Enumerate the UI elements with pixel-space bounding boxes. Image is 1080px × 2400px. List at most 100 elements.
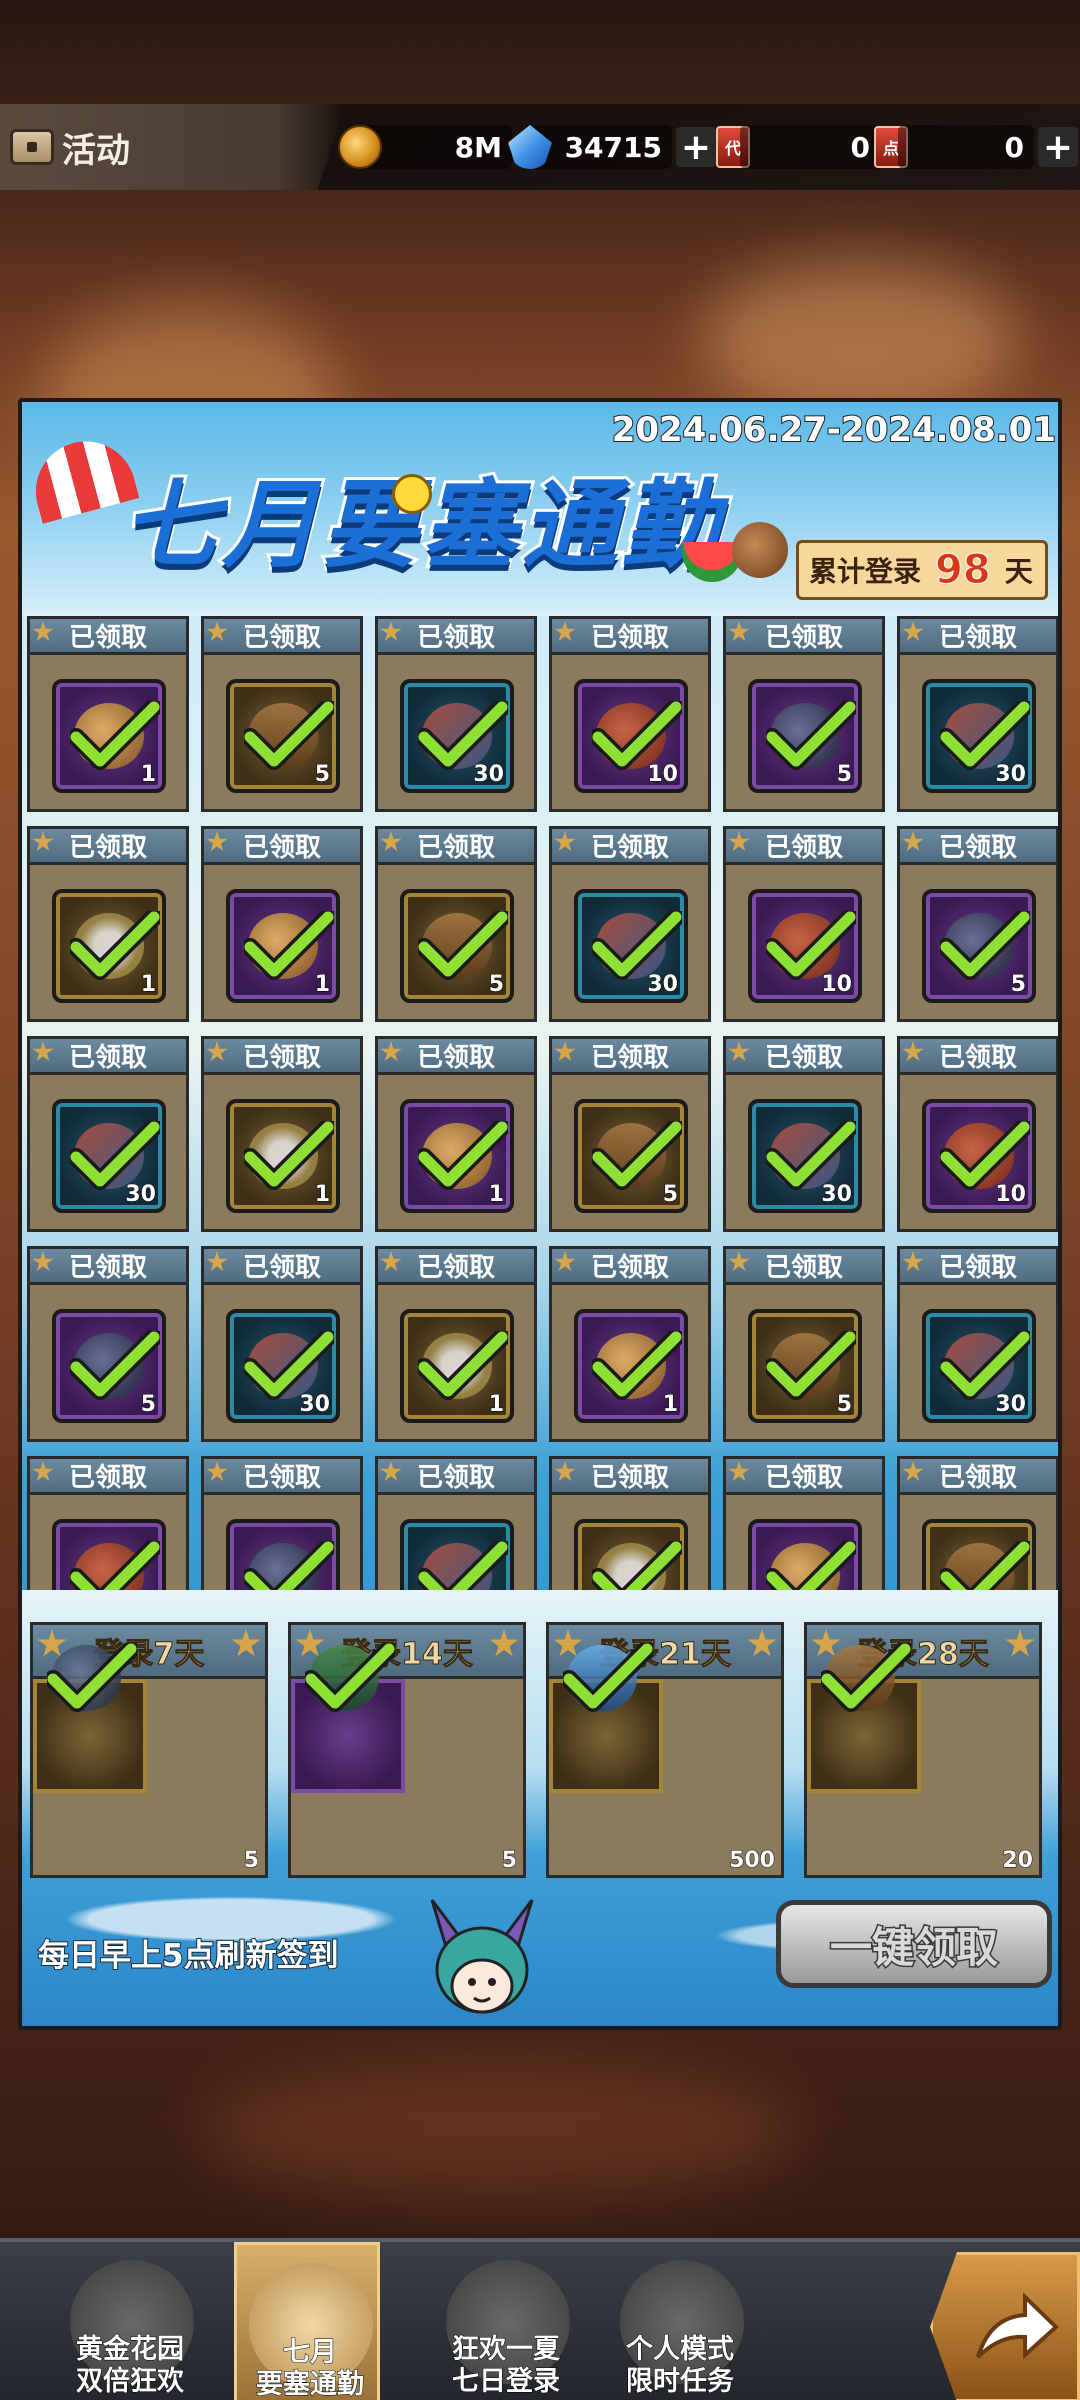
daily-reward-cell[interactable]: 已领取 10 — [549, 616, 711, 812]
daily-reward-cell[interactable]: 已领取 30 — [897, 1246, 1058, 1442]
nav-tab[interactable]: 黄金花园 双倍狂欢 — [40, 2242, 220, 2400]
reward-item: 10 — [922, 1099, 1036, 1213]
reward-item: 1 — [574, 1309, 688, 1423]
reward-quantity: 20 — [1002, 1848, 1034, 1874]
chest-icon — [10, 129, 54, 165]
claimed-status: 已领取 — [900, 1039, 1056, 1075]
reward-quantity: 30 — [821, 1182, 853, 1208]
reward-item: 5 — [33, 1643, 260, 1874]
next-arrow-button[interactable] — [930, 2252, 1080, 2400]
daily-reward-cell[interactable]: 已领取 5 — [723, 616, 885, 812]
nav-tab[interactable]: 狂欢一夏 七日登录 — [416, 2242, 596, 2400]
claimed-status: 已领取 — [726, 1249, 882, 1285]
reward-item: 1 — [226, 889, 340, 1003]
nav-tab-label: 七月 — [283, 2337, 338, 2369]
daily-reward-cell[interactable]: 已领取 1 — [201, 826, 363, 1022]
daily-reward-cell[interactable]: 已领取 — [723, 1456, 885, 1590]
reward-item: 1 — [226, 1099, 340, 1213]
daily-reward-cell[interactable]: 已领取 1 — [549, 1246, 711, 1442]
claimed-status: 已领取 — [30, 829, 186, 865]
red-ticket-resource: 代 0 — [716, 123, 880, 171]
reward-quantity: 5 — [488, 972, 504, 998]
checkmark-icon — [940, 1121, 1030, 1190]
daily-reward-cell[interactable]: 已领取 10 — [723, 826, 885, 1022]
daily-reward-cell[interactable]: 已领取 10 — [897, 1036, 1058, 1232]
reward-item: 30 — [400, 679, 514, 793]
claim-all-button[interactable]: 一键领取 — [776, 1900, 1052, 1988]
nav-tab[interactable]: 个人模式 限时任务 — [590, 2242, 770, 2400]
daily-reward-cell[interactable]: 已领取 — [549, 1456, 711, 1590]
checkmark-icon — [563, 1643, 653, 1712]
milestone-card[interactable]: 登录21天 500 — [546, 1622, 784, 1878]
reward-item: 500 — [549, 1643, 775, 1874]
checkmark-icon — [592, 1331, 682, 1400]
daily-reward-cell[interactable]: 已领取 5 — [27, 1246, 189, 1442]
reward-quantity: 5 — [314, 762, 330, 788]
activity-tab[interactable]: 活动 — [0, 104, 345, 190]
daily-reward-cell[interactable]: 已领取 5 — [201, 616, 363, 812]
arrow-right-icon — [976, 2292, 1059, 2360]
daily-reward-cell[interactable]: 已领取 1 — [201, 1036, 363, 1232]
reward-item: 1 — [52, 889, 166, 1003]
milestone-card[interactable]: 登录28天 20 — [804, 1622, 1042, 1878]
claimed-status: 已领取 — [900, 1249, 1056, 1285]
daily-reward-cell[interactable]: 已领取 5 — [723, 1246, 885, 1442]
cumulative-unit: 天 — [1004, 555, 1033, 588]
checkmark-icon — [418, 1541, 508, 1590]
reward-item: 5 — [291, 1643, 518, 1874]
reward-quantity: 10 — [647, 762, 679, 788]
gold-amount: 8M — [362, 125, 512, 169]
daily-reward-cell[interactable]: 已领取 5 — [375, 826, 537, 1022]
nav-tab[interactable]: 七月 要塞通勤 — [234, 2242, 380, 2400]
daily-reward-cell[interactable]: 已领取 1 — [375, 1036, 537, 1232]
daily-reward-cell[interactable]: 已领取 30 — [375, 616, 537, 812]
reward-item: 30 — [226, 1309, 340, 1423]
claimed-status: 已领取 — [552, 1039, 708, 1075]
reward-item — [52, 1519, 166, 1590]
daily-reward-cell[interactable]: 已领取 1 — [375, 1246, 537, 1442]
checkmark-icon — [244, 911, 334, 980]
gem-resource: 34715 + — [508, 123, 716, 171]
checkmark-icon — [940, 1541, 1030, 1590]
daily-reward-cell[interactable]: 已领取 30 — [27, 1036, 189, 1232]
reward-quantity: 1 — [140, 762, 156, 788]
daily-reward-cell[interactable]: 已领取 5 — [897, 826, 1058, 1022]
nav-tab-label: 黄金花园 — [76, 2334, 185, 2366]
reward-item: 30 — [922, 1309, 1036, 1423]
daily-reward-cell[interactable]: 已领取 5 — [549, 1036, 711, 1232]
claimed-status: 已领取 — [900, 829, 1056, 865]
add-gems-button[interactable]: + — [676, 127, 716, 168]
milestone-card[interactable]: 登录7天 5 — [30, 1622, 268, 1878]
daily-reward-cell[interactable]: 已领取 1 — [27, 826, 189, 1022]
activity-tab-label: 活动 — [62, 130, 130, 171]
claimed-status: 已领取 — [204, 829, 360, 865]
daily-reward-cell[interactable]: 已领取 1 — [27, 616, 189, 812]
reward-item: 30 — [922, 679, 1036, 793]
daily-reward-cell[interactable]: 已领取 30 — [201, 1246, 363, 1442]
cumulative-label: 累计登录 — [809, 555, 922, 588]
daily-reward-grid[interactable]: 已领取 1 已领取 5 已领取 30 已领取 10 已领取 5 已领取 30 已领取 1 已领取 1 已领取 5 已… — [22, 616, 1058, 1590]
claimed-status: 已领取 — [204, 1459, 360, 1495]
daily-reward-cell[interactable]: 已领取 — [375, 1456, 537, 1590]
nav-tab-label: 个人模式 — [626, 2334, 735, 2366]
daily-reward-cell[interactable]: 已领取 — [27, 1456, 189, 1590]
reward-quantity: 5 — [836, 762, 852, 788]
checkmark-icon — [244, 1541, 334, 1590]
milestone-card[interactable]: 登录14天 5 — [288, 1622, 526, 1878]
claimed-status: 已领取 — [378, 829, 534, 865]
daily-reward-cell[interactable]: 已领取 — [201, 1456, 363, 1590]
daily-reward-cell[interactable]: 已领取 — [897, 1456, 1058, 1590]
cumulative-login-box: 累计登录 98 天 — [796, 540, 1048, 600]
checkmark-icon — [70, 1331, 160, 1400]
reward-item: 1 — [400, 1099, 514, 1213]
daily-reward-cell[interactable]: 已领取 30 — [897, 616, 1058, 812]
reward-quantity: 1 — [662, 1392, 678, 1418]
add-tickets-button[interactable]: + — [1038, 127, 1078, 168]
reward-item: 30 — [748, 1099, 862, 1213]
cumulative-days: 98 — [935, 547, 992, 594]
nav-tab-sublabel: 限时任务 — [626, 2366, 735, 2398]
daily-reward-cell[interactable]: 已领取 30 — [549, 826, 711, 1022]
daily-reward-cell[interactable]: 已领取 30 — [723, 1036, 885, 1232]
checkmark-icon — [940, 701, 1030, 770]
claimed-status: 已领取 — [726, 1039, 882, 1075]
